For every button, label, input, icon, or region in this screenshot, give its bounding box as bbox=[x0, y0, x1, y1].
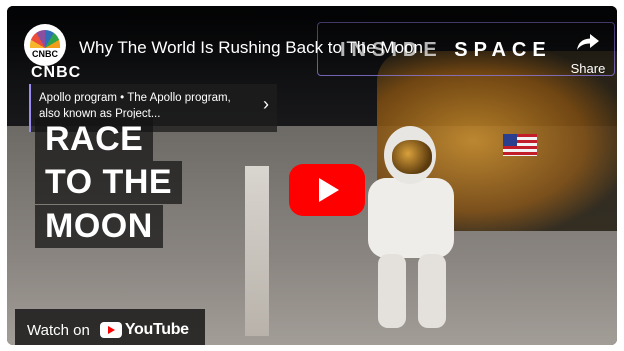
channel-logo-text: CNBC bbox=[32, 49, 58, 59]
play-icon bbox=[319, 178, 339, 202]
share-button[interactable]: Share bbox=[563, 32, 613, 78]
headline-line-2: TO THE bbox=[35, 161, 183, 204]
watch-on-label: Watch on bbox=[27, 321, 90, 339]
info-card-text: Apollo program • The Apollo program, als… bbox=[39, 92, 231, 120]
peacock-icon bbox=[30, 30, 60, 48]
series-title-main: SPACE bbox=[454, 39, 552, 61]
play-button[interactable] bbox=[289, 164, 365, 216]
flag-pole bbox=[245, 166, 269, 336]
us-flag-decal bbox=[503, 134, 537, 156]
watch-on-youtube-button[interactable]: Watch on YouTube bbox=[15, 309, 205, 345]
channel-avatar[interactable]: CNBC bbox=[24, 24, 66, 66]
astronaut-leg-right bbox=[418, 254, 446, 328]
headline-line-1: RACE bbox=[35, 118, 154, 161]
astronaut-suit bbox=[368, 178, 454, 258]
youtube-logo-icon bbox=[99, 322, 122, 338]
astronaut-figure bbox=[362, 126, 462, 331]
share-arrow-icon bbox=[577, 34, 599, 50]
youtube-wordmark: YouTube bbox=[124, 321, 189, 338]
chevron-right-icon: › bbox=[263, 94, 269, 114]
video-player[interactable]: CNBC INSIDE SPACE Why The World Is Rushi… bbox=[7, 6, 617, 345]
astronaut-visor bbox=[392, 140, 432, 174]
astronaut-leg-left bbox=[378, 254, 406, 328]
channel-watermark: CNBC bbox=[31, 64, 82, 81]
video-title-link[interactable]: Why The World Is Rushing Back to The Moo… bbox=[79, 38, 423, 58]
youtube-play-glyph bbox=[108, 326, 116, 334]
share-label: Share bbox=[570, 61, 606, 76]
headline-line-3: MOON bbox=[35, 205, 163, 248]
